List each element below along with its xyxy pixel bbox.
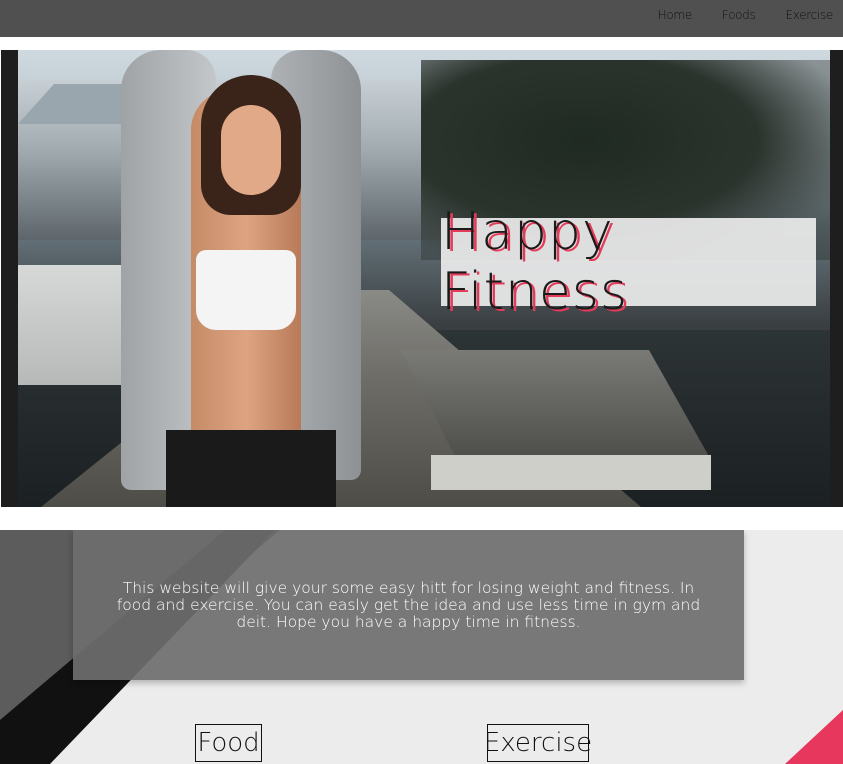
top-navbar: Home Foods Exercise xyxy=(0,0,843,37)
intro-section: This website will give your some easy hi… xyxy=(0,530,843,764)
hero-photo-person xyxy=(121,50,361,507)
hero-banner: Happy Fitness xyxy=(1,50,843,507)
nav-exercise-link[interactable]: Exercise xyxy=(785,8,833,22)
hero-photo-float xyxy=(431,455,711,490)
main-nav: Home Foods Exercise xyxy=(658,8,834,22)
nav-foods-link[interactable]: Foods xyxy=(722,8,756,22)
intro-box: This website will give your some easy hi… xyxy=(73,530,744,680)
hero-title-box: Happy Fitness xyxy=(441,202,816,322)
nav-home-link[interactable]: Home xyxy=(658,8,693,22)
hero-photo-top xyxy=(196,250,296,330)
hero-photo-face xyxy=(221,105,281,195)
hero-photo-pants xyxy=(166,430,336,507)
exercise-link-button[interactable]: Exercise xyxy=(484,724,592,762)
food-link-button[interactable]: Food xyxy=(195,724,262,762)
intro-text: This website will give your some easy hi… xyxy=(116,578,701,631)
hero-title: Happy Fitness xyxy=(441,202,629,322)
